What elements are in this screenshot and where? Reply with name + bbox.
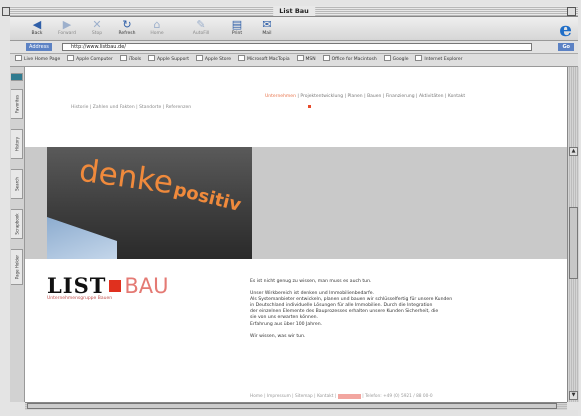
footer-highlight: ................. bbox=[337, 394, 361, 399]
intro-closing: Wir wissen, was wir tun. bbox=[250, 333, 306, 339]
favorites-bar: Live Home Page Apple Computer iTools App… bbox=[10, 54, 578, 67]
back-arrow-icon: ◀ bbox=[32, 18, 42, 31]
refresh-icon: ↻ bbox=[122, 18, 132, 31]
mail-icon: ✉ bbox=[262, 18, 272, 31]
nav-link-bauen[interactable]: Bauen bbox=[367, 94, 381, 99]
nav-link-aktivitaeten[interactable]: Aktivitäten bbox=[419, 94, 444, 99]
tab-scrapbook[interactable]: Scrapbook bbox=[11, 209, 23, 239]
printer-icon: ▤ bbox=[231, 18, 243, 31]
favorite-link[interactable]: Apple Computer bbox=[67, 54, 113, 66]
close-box[interactable] bbox=[2, 7, 10, 16]
subnav-link[interactable]: Referenzen bbox=[166, 105, 191, 110]
explorer-bar-handle[interactable] bbox=[11, 73, 23, 81]
tab-search[interactable]: Search bbox=[11, 169, 23, 199]
stop-button[interactable]: ✕ Stop bbox=[82, 19, 112, 39]
footer-link-home[interactable]: Home bbox=[250, 394, 263, 399]
toolbar: ◀ Back ▶ Forward ✕ Stop ↻ Refresh ⌂ Home ✎ Aut… bbox=[10, 17, 578, 41]
explorer-bar-tabs: Favorites History Search Scrapbook Page … bbox=[10, 67, 25, 402]
logo-tagline: Unternehmensgruppe Bauen bbox=[47, 296, 113, 301]
nav-link-unternehmen[interactable]: Unternehmen bbox=[265, 94, 296, 99]
forward-arrow-icon: ▶ bbox=[62, 18, 72, 31]
autofill-button[interactable]: ✎ AutoFill bbox=[186, 19, 216, 39]
browser-window: List Bau ◀ Back ▶ Forward ✕ Stop ↻ Refresh ⌂… bbox=[0, 0, 581, 416]
footer-link-sitemap[interactable]: Sitemap bbox=[295, 394, 313, 399]
hero-word-positiv: positiv bbox=[171, 179, 244, 216]
footer-phone: Telefon: +49 (0) 5921 / 88 00-0 bbox=[365, 394, 433, 399]
favorite-link[interactable]: MSN bbox=[297, 54, 316, 66]
top-navigation: Unternehmen | Projektentwicklung | Plane… bbox=[265, 94, 466, 99]
list-bau-logo[interactable]: LIST BAU bbox=[47, 273, 169, 298]
scroll-down-arrow[interactable]: ▼ bbox=[569, 391, 578, 400]
footer-links: Home | Impressum | Sitemap | Kontakt | .… bbox=[250, 394, 433, 399]
forward-button[interactable]: ▶ Forward bbox=[52, 19, 82, 39]
go-button[interactable]: Go bbox=[558, 43, 574, 51]
tab-favorites[interactable]: Favorites bbox=[11, 89, 23, 119]
footer-link-kontakt[interactable]: Kontakt bbox=[317, 394, 333, 399]
mail-button[interactable]: ✉ Mail bbox=[252, 19, 282, 39]
subnav-link[interactable]: Zahlen und Fakten bbox=[93, 105, 135, 110]
hero-word-denke: denke bbox=[76, 152, 176, 202]
intro-headline: Es ist nicht genug zu wissen, man muss e… bbox=[250, 279, 372, 284]
window-title: List Bau bbox=[273, 6, 315, 16]
home-icon: ⌂ bbox=[153, 18, 161, 31]
nav-link-kontakt[interactable]: Kontakt bbox=[448, 94, 465, 99]
intro-text: Es ist nicht genug zu wissen, man muss e… bbox=[250, 279, 550, 340]
favorite-link[interactable]: Apple Store bbox=[196, 54, 231, 66]
subnav-link[interactable]: Historie bbox=[71, 105, 88, 110]
address-input[interactable]: http://www.listbau.de/ bbox=[62, 43, 532, 51]
logo-list-text: LIST bbox=[47, 273, 107, 298]
nav-marker bbox=[308, 105, 311, 108]
vertical-scrollbar[interactable]: ▲ ▼ bbox=[567, 67, 579, 402]
favorite-link[interactable]: Internet Explorer bbox=[415, 54, 462, 66]
print-button[interactable]: ▤ Print bbox=[222, 19, 252, 39]
status-bar bbox=[10, 410, 578, 416]
footer-link-impressum[interactable]: Impressum bbox=[267, 394, 291, 399]
horizontal-scroll-thumb[interactable] bbox=[27, 403, 557, 409]
favorite-link[interactable]: Google bbox=[384, 54, 409, 66]
title-bar[interactable]: List Bau bbox=[2, 6, 578, 17]
refresh-button[interactable]: ↻ Refresh bbox=[112, 19, 142, 39]
autofill-icon: ✎ bbox=[196, 18, 206, 31]
address-bar: Address http://www.listbau.de/ Go bbox=[10, 41, 578, 54]
tab-history[interactable]: History bbox=[11, 129, 23, 159]
tab-page-holder[interactable]: Page Holder bbox=[11, 249, 23, 285]
favorite-link[interactable]: Office for Macintosh bbox=[323, 54, 377, 66]
zoom-box[interactable] bbox=[567, 7, 576, 16]
logo-red-square bbox=[109, 280, 122, 292]
internet-explorer-logo-icon: e bbox=[559, 17, 572, 41]
subnav-link[interactable]: Standorte bbox=[139, 105, 161, 110]
address-label: Address bbox=[26, 43, 52, 51]
nav-link-projektentwicklung[interactable]: Projektentwicklung bbox=[300, 94, 343, 99]
vertical-scroll-thumb[interactable] bbox=[569, 207, 578, 279]
web-content: Unternehmen | Projektentwicklung | Plane… bbox=[25, 67, 567, 402]
favorite-link[interactable]: Apple Support bbox=[148, 54, 189, 66]
nav-link-finanzierung[interactable]: Finanzierung bbox=[386, 94, 415, 99]
logo-bau-text: BAU bbox=[124, 274, 169, 298]
scroll-up-arrow[interactable]: ▲ bbox=[569, 147, 578, 156]
nav-link-planen[interactable]: Planen bbox=[347, 94, 362, 99]
sub-navigation: Historie | Zahlen und Fakten | Standorte… bbox=[71, 105, 192, 110]
home-button[interactable]: ⌂ Home bbox=[142, 19, 172, 39]
hero-image: denke positiv bbox=[47, 147, 252, 259]
stop-icon: ✕ bbox=[92, 18, 102, 31]
favorite-link[interactable]: iTools bbox=[120, 54, 141, 66]
back-button[interactable]: ◀ Back bbox=[22, 19, 52, 39]
favorite-link[interactable]: Microsoft MacTopia bbox=[238, 54, 290, 66]
horizontal-scrollbar[interactable] bbox=[25, 402, 567, 410]
favorite-link[interactable]: Live Home Page bbox=[15, 54, 60, 66]
hero-sky bbox=[47, 217, 117, 259]
